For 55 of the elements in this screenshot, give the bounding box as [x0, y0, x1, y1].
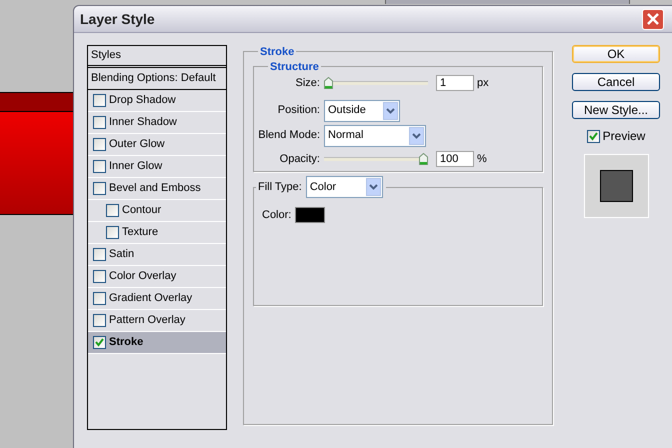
color-swatch[interactable]	[295, 207, 326, 224]
list-item[interactable]: Drop Shadow	[88, 90, 226, 112]
list-item[interactable]: Inner Shadow	[88, 112, 226, 134]
dialog-button[interactable]: OK	[572, 45, 660, 63]
checkbox[interactable]	[93, 182, 106, 195]
checkbox[interactable]	[93, 314, 106, 327]
list-item[interactable]: Gradient Overlay	[88, 288, 226, 310]
dropdown[interactable]: Color	[306, 176, 383, 198]
size-label: Size:	[294, 76, 320, 91]
checkbox[interactable]	[586, 130, 600, 142]
close-button[interactable]	[642, 8, 664, 30]
unit-label: px	[477, 76, 489, 91]
preview-label: Preview	[602, 128, 646, 145]
opacity-input[interactable]: 100	[436, 150, 474, 167]
list-item[interactable]: Outer Glow	[88, 134, 226, 156]
list-item[interactable]: Stroke	[88, 332, 226, 354]
dropdown[interactable]: Outside	[324, 100, 400, 122]
blend-mode-label: Blend Mode:	[257, 128, 320, 144]
list-item[interactable]: Blending Options: Default	[88, 68, 226, 90]
chevron-down-icon	[383, 102, 398, 120]
checkbox[interactable]	[93, 160, 106, 173]
list-item[interactable]: Inner Glow	[88, 156, 226, 178]
dialog-button[interactable]: New Style...	[572, 101, 660, 119]
checkbox[interactable]	[106, 226, 119, 239]
checkbox[interactable]	[93, 270, 106, 283]
unit-label: %	[477, 152, 487, 166]
close-icon	[647, 13, 659, 25]
checkbox[interactable]	[93, 116, 106, 129]
size-input[interactable]: 1	[436, 75, 474, 92]
checkbox[interactable]	[106, 204, 119, 217]
dialog-button[interactable]: Cancel	[572, 73, 660, 91]
checkbox[interactable]	[93, 292, 106, 305]
checkbox[interactable]	[93, 138, 106, 151]
slider-track[interactable]	[324, 152, 428, 165]
list-item[interactable]: Texture	[88, 222, 226, 244]
list-item[interactable]: Bevel and Emboss	[88, 178, 226, 200]
fill-type-label: Fill Type:	[257, 180, 303, 195]
position-label: Position:	[276, 103, 320, 118]
slider-thumb[interactable]	[419, 152, 428, 165]
dropdown[interactable]: Normal	[324, 124, 426, 146]
list-header: Styles	[88, 46, 226, 68]
opacity-label: Opacity:	[278, 152, 320, 166]
color-label: Color:	[262, 208, 292, 223]
checkbox[interactable]	[93, 248, 106, 261]
window-title: Layer Style	[80, 10, 155, 29]
list-item[interactable]: Color Overlay	[88, 266, 226, 288]
slider-thumb[interactable]	[324, 77, 333, 90]
checkbox[interactable]	[93, 94, 106, 107]
chevron-down-icon	[409, 126, 424, 144]
list-item[interactable]: Contour	[88, 200, 226, 222]
preview-square	[600, 170, 632, 202]
list-item[interactable]: Satin	[88, 244, 226, 266]
slider-track[interactable]	[324, 77, 428, 90]
checkbox[interactable]	[93, 336, 106, 349]
chevron-down-icon	[366, 178, 381, 196]
